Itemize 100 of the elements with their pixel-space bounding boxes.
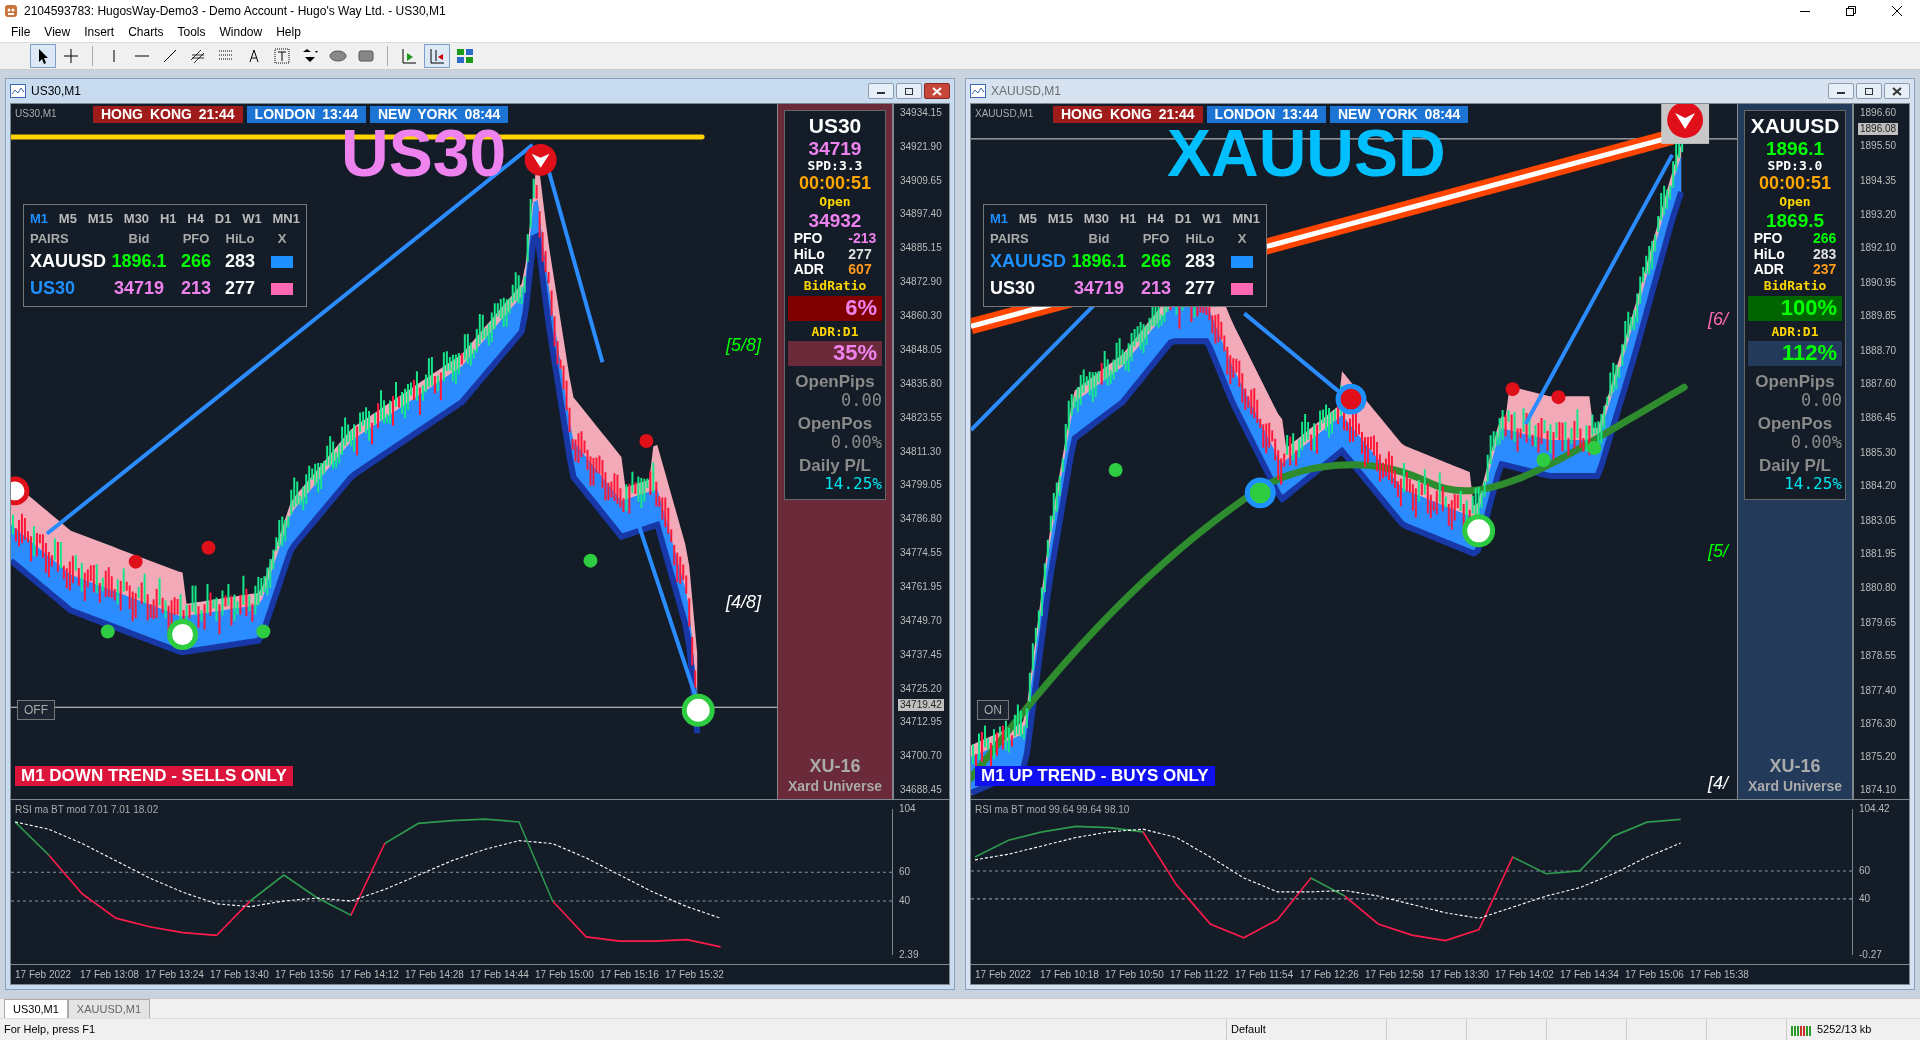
open-positions-value: 0.00% <box>1790 432 1842 452</box>
price-tick: 34712.95 <box>899 716 943 729</box>
timeframe-tab[interactable]: MN1 <box>1232 209 1260 229</box>
stat-label: ADR <box>793 262 825 278</box>
column-header: X <box>1236 229 1248 248</box>
maximize-icon[interactable] <box>903 85 915 97</box>
signal-dot <box>128 554 143 569</box>
price-tick: 1878.55 <box>1859 650 1898 663</box>
price-tick: 34774.55 <box>899 546 943 559</box>
stat-label: PFO <box>793 231 824 247</box>
timeframe-tab[interactable]: H4 <box>1147 209 1164 229</box>
timeframe-tab[interactable]: M30 <box>123 209 150 229</box>
pfo-value: 266 <box>179 250 212 273</box>
timeframe-tab[interactable]: MN1 <box>272 209 300 229</box>
timeframe-tab[interactable]: D1 <box>1174 209 1192 229</box>
pair-symbol[interactable]: US30 <box>30 275 102 302</box>
close-button[interactable] <box>924 83 950 99</box>
signal-ring <box>1462 514 1496 548</box>
price-tick: 34700.70 <box>899 750 943 763</box>
timeframe-tab[interactable]: H1 <box>1119 209 1137 229</box>
maximize-button[interactable] <box>896 83 922 99</box>
time-tick: 17 Feb 14:34 <box>1560 968 1620 982</box>
price-tick: 1895.50 <box>1859 140 1898 153</box>
daily-pl-value: 14.25% <box>824 474 882 493</box>
timeframe-tab[interactable]: D1 <box>214 209 232 229</box>
price-tick: 1879.65 <box>1859 617 1898 629</box>
time-tick: 17 Feb 10:18 <box>1040 968 1100 982</box>
symbol-title: US30 <box>341 120 507 186</box>
candle-timer: 00:00:51 <box>798 173 872 194</box>
session-clock: NEW YORK 08:44 <box>369 106 509 123</box>
minimize-button[interactable] <box>868 83 894 99</box>
timeframe-tab[interactable]: H1 <box>159 209 177 229</box>
open-positions-value: 0.00% <box>830 432 882 452</box>
price-tick: 34934.15 <box>899 107 943 120</box>
hilo-value: 277 <box>223 277 256 300</box>
toggle-button[interactable]: OFF <box>17 700 55 720</box>
menu-item[interactable]: Charts <box>121 23 171 41</box>
stat-value: -213 <box>848 231 877 247</box>
menu-item[interactable]: File <box>4 23 38 41</box>
column-header: HiLo <box>1184 229 1216 248</box>
timeframe-tab[interactable]: M30 <box>1083 209 1110 229</box>
column-header: Bid <box>127 229 151 248</box>
timeframe-tab[interactable]: M5 <box>1018 209 1037 229</box>
chart-tab[interactable]: XAUUSD,M1 <box>67 998 151 1018</box>
price-tick: 34897.40 <box>899 208 943 221</box>
axis-tick-label: 60 <box>1858 864 1872 877</box>
hilo-value: 277 <box>1183 277 1216 300</box>
menu-item[interactable]: Insert <box>77 23 122 41</box>
chart-symbol-label: US30,M1 <box>15 107 57 121</box>
close-button[interactable] <box>1884 83 1910 99</box>
signal-ring <box>167 619 198 650</box>
time-tick: 17 Feb 12:58 <box>1365 968 1425 982</box>
stat-label: PFO <box>1753 231 1784 247</box>
price-tick: 1881.95 <box>1859 547 1898 560</box>
panel-bid: 1896.1 <box>1765 137 1825 159</box>
timeframe-tab[interactable]: M15 <box>87 209 113 229</box>
indicator-name: Xard Universe <box>787 777 883 796</box>
axis-tick-label: 60 <box>898 866 912 879</box>
price-tick: 34761.95 <box>899 581 943 594</box>
menu-item[interactable]: Help <box>269 23 308 41</box>
price-tick: 34799.05 <box>899 479 943 492</box>
pfo-value: 213 <box>179 277 212 300</box>
close-icon[interactable] <box>1892 6 1902 16</box>
time-tick: 17 Feb 12:26 <box>1300 968 1360 982</box>
session-clock: LONDON 13:44 <box>246 106 366 123</box>
column-header: Bid <box>1087 229 1111 248</box>
daily-pl-value: 14.25% <box>1784 474 1842 493</box>
candle-timer: 00:00:51 <box>1758 173 1832 194</box>
pair-symbol[interactable]: US30 <box>990 275 1062 302</box>
timeframe-tab[interactable]: M1 <box>990 209 1009 229</box>
price-tick: 1894.35 <box>1859 174 1898 187</box>
column-header: PAIRS <box>30 229 70 248</box>
restore-icon[interactable] <box>1846 6 1856 16</box>
stat-value: 237 <box>1813 262 1837 278</box>
price-tick: 1884.20 <box>1859 480 1898 493</box>
toggle-button[interactable]: ON <box>977 700 1009 720</box>
timeframe-tab[interactable]: W1 <box>1202 209 1222 229</box>
timeframe-tab[interactable]: M5 <box>58 209 77 229</box>
menu-item[interactable]: View <box>37 23 78 41</box>
session-clock: LONDON 13:44 <box>1206 106 1326 123</box>
session-clock: HONG KONG 21:44 <box>93 106 243 123</box>
timeframe-tab[interactable]: M1 <box>30 209 49 229</box>
axis-tick-label: 40 <box>898 894 912 907</box>
timeframe-tab[interactable]: M15 <box>1047 209 1073 229</box>
bid-value: 1896.1 <box>1070 250 1128 273</box>
menu-item[interactable]: Tools <box>170 23 213 41</box>
level-label: [4/8] <box>726 591 762 614</box>
minimize-button[interactable] <box>1828 83 1854 99</box>
panel-bid: 34719 <box>808 137 862 159</box>
symbol-title: XAUUSD <box>1167 120 1446 186</box>
maximize-button[interactable] <box>1856 83 1882 99</box>
timeframe-tab[interactable]: W1 <box>242 209 262 229</box>
signal-dot <box>1108 462 1123 477</box>
maximize-icon[interactable] <box>1863 85 1875 97</box>
chart-tab[interactable]: US30,M1 <box>4 998 68 1018</box>
menu-item[interactable]: Window <box>212 23 270 41</box>
open-label: Open <box>819 195 851 211</box>
timeframe-tab[interactable]: H4 <box>187 209 204 229</box>
close-icon[interactable] <box>1891 85 1903 97</box>
indicator-name: Xard Universe <box>1747 777 1843 796</box>
